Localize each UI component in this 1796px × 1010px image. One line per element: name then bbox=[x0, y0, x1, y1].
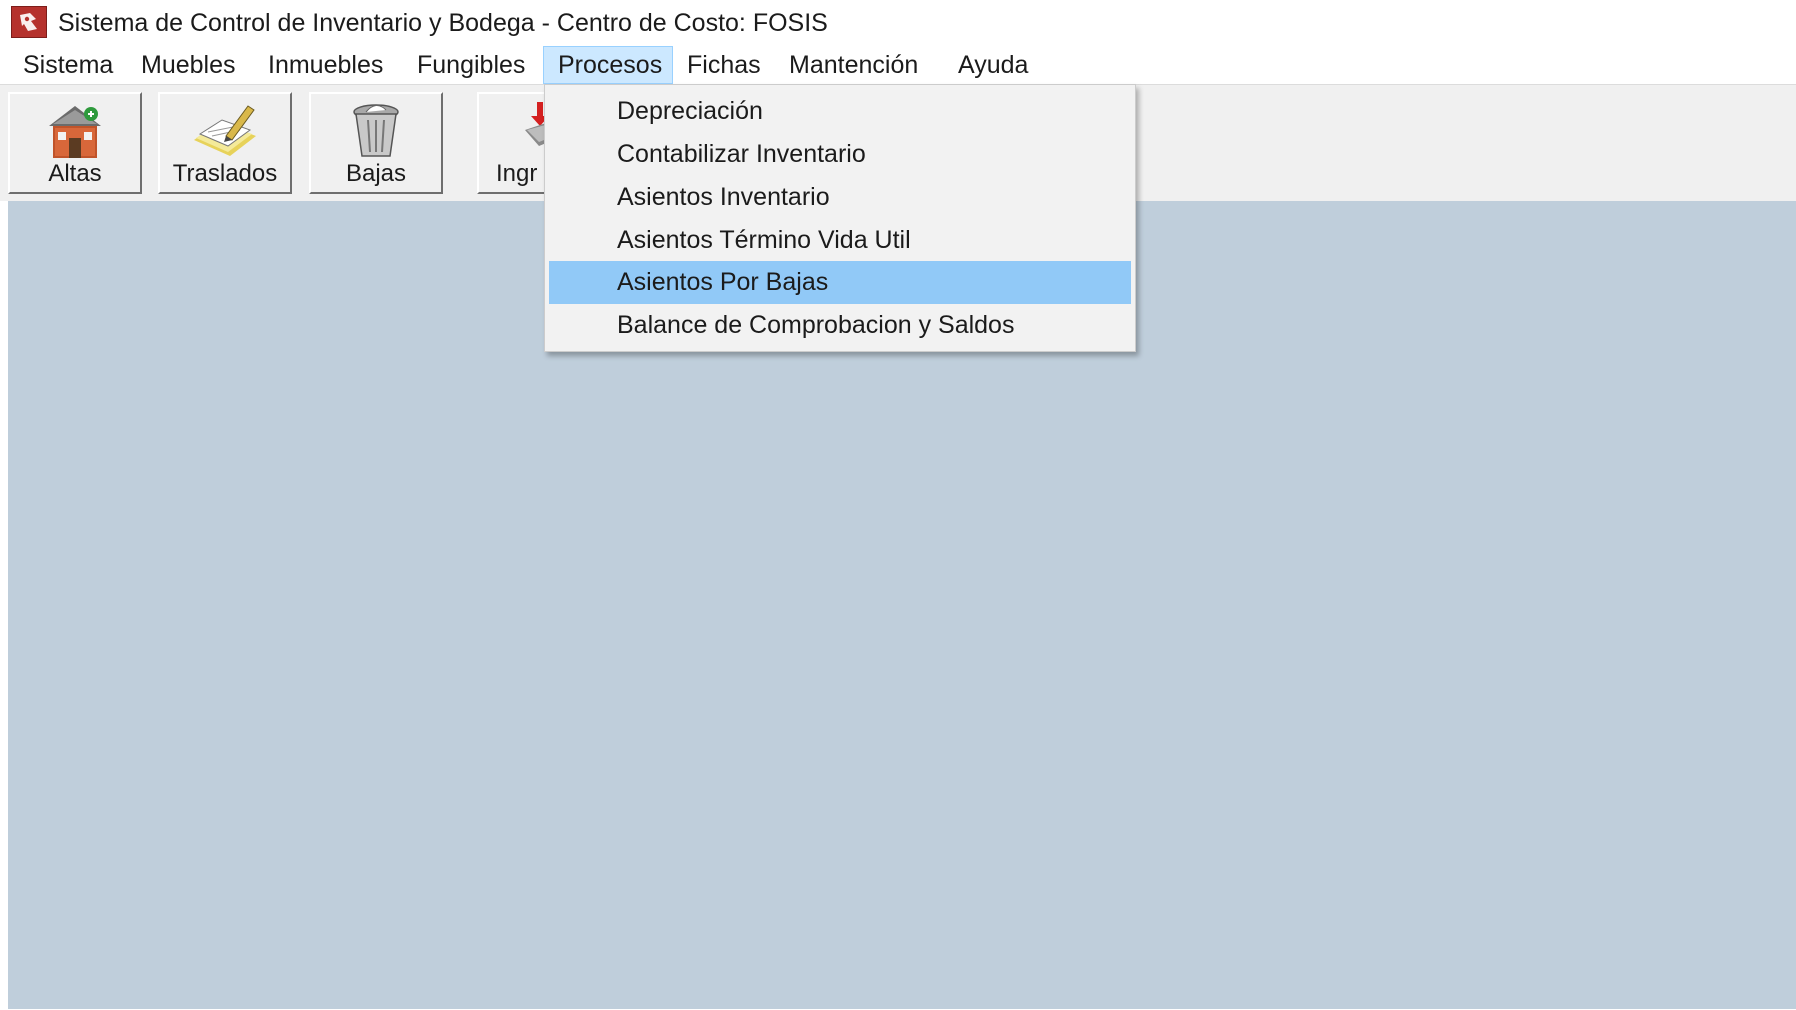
transfer-pencil-icon bbox=[190, 100, 260, 167]
menu-item-contabilizar-inventario[interactable]: Contabilizar Inventario bbox=[549, 133, 1131, 176]
menu-sistema[interactable]: Sistema bbox=[9, 46, 127, 84]
menu-item-asientos-inventario[interactable]: Asientos Inventario bbox=[549, 176, 1131, 219]
window-title: Sistema de Control de Inventario y Bodeg… bbox=[58, 9, 828, 37]
menu-item-depreciacion[interactable]: Depreciación bbox=[549, 90, 1131, 133]
menu-item-balance-comprobacion-saldos[interactable]: Balance de Comprobacion y Saldos bbox=[549, 304, 1131, 347]
altas-button[interactable]: Altas bbox=[8, 92, 142, 194]
procesos-dropdown-menu: Depreciación Contabilizar Inventario Asi… bbox=[544, 84, 1136, 352]
app-logo-icon[interactable] bbox=[11, 6, 47, 38]
menu-bar: Sistema Muebles Inmuebles Fungibles Proc… bbox=[0, 46, 1796, 85]
menu-fungibles[interactable]: Fungibles bbox=[403, 46, 539, 84]
traslados-label: Traslados bbox=[172, 160, 278, 187]
window-left-edge bbox=[0, 201, 8, 1010]
house-add-icon bbox=[43, 100, 107, 167]
title-bar: Sistema de Control de Inventario y Bodeg… bbox=[0, 0, 1796, 46]
altas-label: Altas bbox=[48, 160, 102, 187]
menu-item-asientos-por-bajas[interactable]: Asientos Por Bajas bbox=[549, 261, 1131, 304]
traslados-button[interactable]: Traslados bbox=[158, 92, 292, 194]
menu-ayuda[interactable]: Ayuda bbox=[944, 46, 1042, 84]
menu-fichas[interactable]: Fichas bbox=[673, 46, 775, 84]
menu-inmuebles[interactable]: Inmuebles bbox=[254, 46, 397, 84]
menu-muebles[interactable]: Muebles bbox=[127, 46, 250, 84]
trash-bin-icon bbox=[348, 100, 404, 167]
bajas-label: Bajas bbox=[345, 160, 407, 187]
menu-procesos[interactable]: Procesos bbox=[543, 46, 673, 84]
menu-mantencion[interactable]: Mantención bbox=[775, 46, 932, 84]
menu-item-asientos-termino-vida-util[interactable]: Asientos Término Vida Util bbox=[549, 219, 1131, 262]
bajas-button[interactable]: Bajas bbox=[309, 92, 443, 194]
